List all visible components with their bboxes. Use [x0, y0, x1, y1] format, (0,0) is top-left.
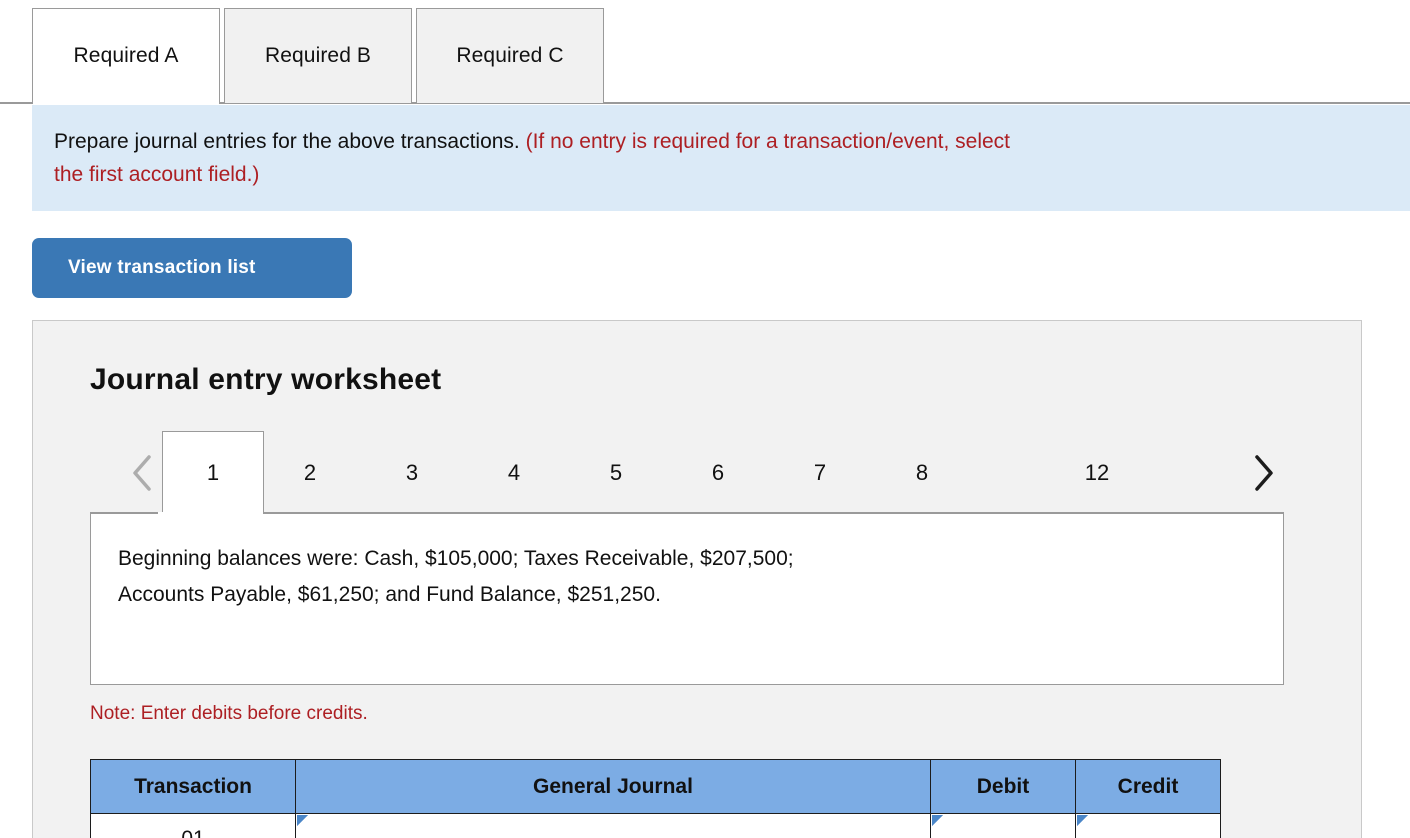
instructions-banner: Prepare journal entries for the above tr…	[32, 105, 1410, 211]
instructions-line-1: Prepare journal entries for the above tr…	[54, 125, 1388, 158]
instructions-red-text-2: the first account field.)	[54, 163, 260, 186]
journal-table-head: Transaction General Journal Debit Credit	[90, 759, 1221, 814]
table-row: 01	[90, 813, 1221, 838]
row-debit-input[interactable]	[930, 813, 1076, 838]
journal-entry-worksheet-panel: Journal entry worksheet 1 2 3 4 5 6 7 8 …	[32, 320, 1362, 838]
column-header-credit: Credit	[1075, 759, 1221, 814]
chevron-left-icon[interactable]	[124, 453, 160, 493]
chevron-right-icon[interactable]	[1245, 453, 1281, 493]
tab-required-c[interactable]: Required C	[416, 8, 604, 103]
column-header-general-journal: General Journal	[295, 759, 931, 814]
worksheet-title: Journal entry worksheet	[90, 363, 442, 396]
view-transaction-list-button[interactable]: View transaction list	[32, 238, 352, 298]
journal-table-header-row: Transaction General Journal Debit Credit	[90, 759, 1221, 814]
tab-required-c-label: Required C	[456, 44, 564, 67]
transaction-description-box: Beginning balances were: Cash, $105,000;…	[90, 513, 1284, 685]
tab-required-a[interactable]: Required A	[32, 8, 220, 103]
journal-entry-table: Transaction General Journal Debit Credit…	[90, 759, 1221, 838]
transaction-description-line-1: Beginning balances were: Cash, $105,000;…	[118, 547, 794, 570]
journal-entry-page: Required A Required B Required C Prepare…	[0, 0, 1410, 838]
number-tab-7[interactable]: 7	[790, 431, 850, 514]
active-number-tab-connector	[158, 512, 258, 515]
dropdown-marker-icon	[297, 815, 308, 826]
row-general-journal-select[interactable]	[295, 813, 931, 838]
number-tab-2-label: 2	[303, 459, 317, 485]
number-tab-5[interactable]: 5	[586, 431, 646, 514]
number-tab-4[interactable]: 4	[484, 431, 544, 514]
row-transaction-number: 01	[90, 813, 296, 838]
number-tab-8[interactable]: 8	[892, 431, 952, 514]
journal-table-body: 01	[90, 813, 1221, 838]
dropdown-marker-icon	[1077, 815, 1088, 826]
number-tab-3-label: 3	[405, 459, 419, 485]
column-header-debit: Debit	[930, 759, 1076, 814]
number-tab-3[interactable]: 3	[382, 431, 442, 514]
column-header-transaction: Transaction	[90, 759, 296, 814]
active-tab-connector	[33, 101, 219, 105]
instructions-main-text: Prepare journal entries for the above tr…	[54, 130, 520, 153]
number-tab-1[interactable]: 1	[162, 431, 264, 514]
debits-before-credits-note: Note: Enter debits before credits.	[90, 703, 368, 724]
dropdown-marker-icon	[932, 815, 943, 826]
row-credit-input[interactable]	[1075, 813, 1221, 838]
tab-required-a-label: Required A	[73, 44, 179, 67]
number-tab-4-label: 4	[507, 459, 521, 485]
number-tab-2[interactable]: 2	[280, 431, 340, 514]
tab-required-b-label: Required B	[264, 44, 372, 67]
number-tab-5-label: 5	[609, 459, 623, 485]
number-tab-12-label: 12	[1084, 459, 1110, 485]
required-tabs: Required A Required B Required C	[32, 8, 608, 103]
number-tab-7-label: 7	[813, 459, 827, 485]
instructions-red-text-1: (If no entry is required for a transacti…	[525, 130, 1011, 153]
number-tab-12[interactable]: 12	[1062, 431, 1132, 514]
transaction-description-line-2: Accounts Payable, $61,250; and Fund Bala…	[118, 583, 661, 606]
number-tab-1-label: 1	[206, 460, 220, 485]
number-tab-6-label: 6	[711, 459, 725, 485]
tab-required-b[interactable]: Required B	[224, 8, 412, 103]
worksheet-number-tabs: 1 2 3 4 5 6 7 8 12	[90, 431, 1284, 514]
number-tab-6[interactable]: 6	[688, 431, 748, 514]
number-tab-8-label: 8	[915, 459, 929, 485]
